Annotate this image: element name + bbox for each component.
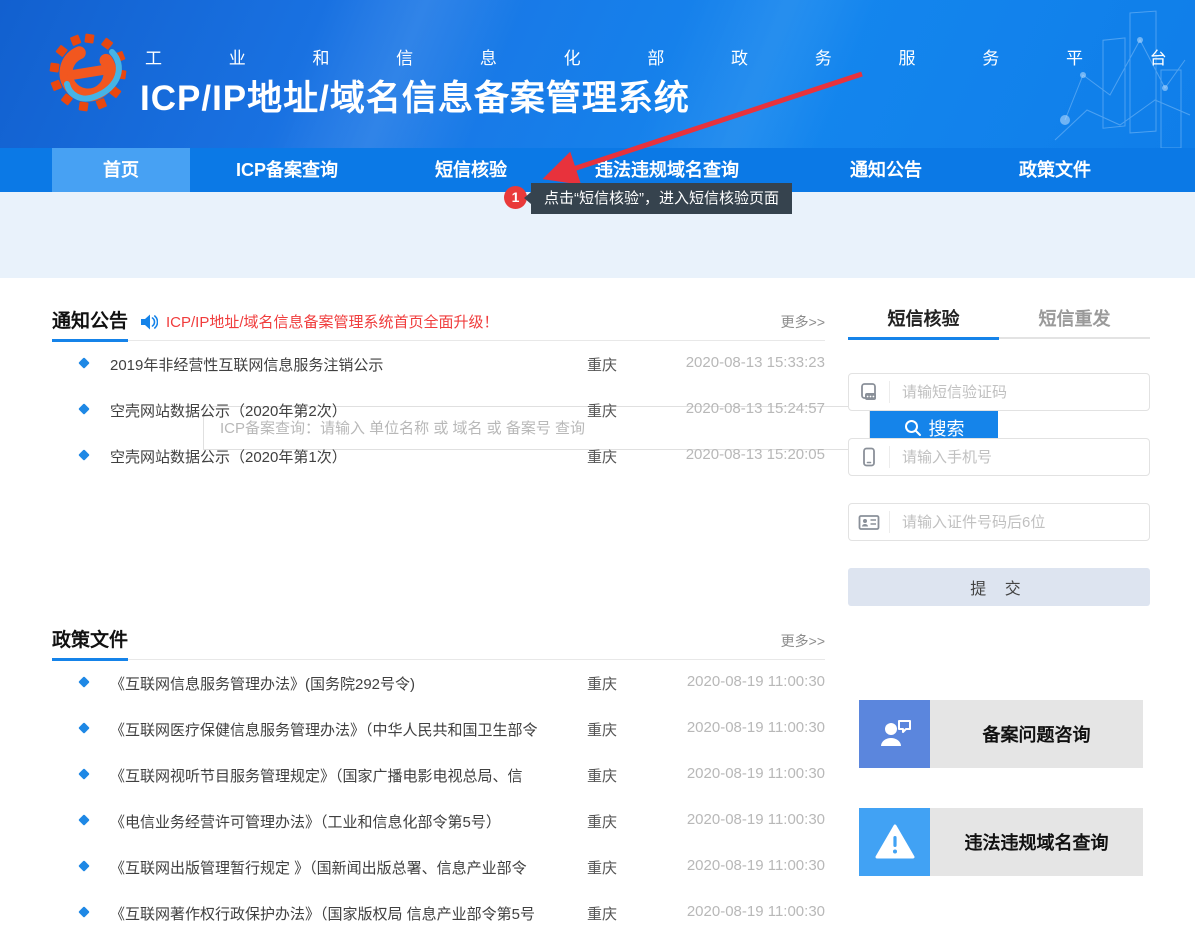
diamond-bullet-icon [78,449,89,460]
policy-date: 2020-08-19 11:00:30 [687,719,825,736]
phone-input[interactable] [890,449,1149,466]
announcement-row: 空壳网站数据公示（2020年第2次） 重庆 2020-08-13 15:24:5… [52,386,825,432]
policies-title: 政策文件 [52,625,128,652]
announcement-region: 重庆 [562,446,642,467]
announcement-row: 2019年非经营性互联网信息服务注销公示 重庆 2020-08-13 15:33… [52,340,825,386]
announcements-title: 通知公告 [52,306,128,333]
diamond-bullet-icon [78,768,89,779]
warning-icon [859,808,930,876]
announcement-date: 2020-08-13 15:24:57 [686,400,825,417]
announcement-link[interactable]: 空壳网站数据公示（2020年第1次） [110,446,347,467]
sms-tabs: 短信核验 短信重发 [848,303,1150,339]
policy-row: 《互联网著作权行政保护办法》（国家版权局 信息产业部令第5号 重庆 2020-0… [52,889,825,934]
tab-sms-resend[interactable]: 短信重发 [999,305,1150,331]
phone-field [848,438,1150,476]
nav-item-home[interactable]: 首页 [52,148,190,192]
policy-region: 重庆 [562,811,642,832]
site-title: ICP/IP地址/域名信息备案管理系统 [140,70,690,121]
diamond-bullet-icon [78,814,89,825]
id-number-input[interactable] [890,514,1149,531]
policy-link[interactable]: 《互联网视听节目服务管理规定》（国家广播电影电视总局、信 [110,765,523,786]
policy-link[interactable]: 《互联网出版管理暂行规定 》（国新闻出版总署、信息产业部令 [110,857,527,878]
announcement-region: 重庆 [562,400,642,421]
id-card-icon [849,511,890,533]
platform-subtitle: 工 业 和 信 息 化 部 政 务 服 务 平 台 [145,44,1195,69]
policy-row: 《互联网出版管理暂行规定 》（国新闻出版总署、信息产业部令 重庆 2020-08… [52,843,825,889]
policy-row: 《互联网视听节目服务管理规定》（国家广播电影电视总局、信 重庆 2020-08-… [52,751,825,797]
policy-region: 重庆 [562,673,642,694]
page: 工 业 和 信 息 化 部 政 务 服 务 平 台 ICP/IP地址/域名信息备… [0,0,1195,934]
sms-code-field [848,373,1150,411]
policies-list: 《互联网信息服务管理办法》(国务院292号令) 重庆 2020-08-19 11… [52,659,825,934]
filing-consult-banner[interactable]: 备案问题咨询 [859,700,1143,768]
diamond-bullet-icon [78,676,89,687]
policy-row: 《互联网信息服务管理办法》(国务院292号令) 重庆 2020-08-19 11… [52,659,825,705]
wireframe-city-decoration [915,0,1195,148]
header-banner: 工 业 和 信 息 化 部 政 务 服 务 平 台 ICP/IP地址/域名信息备… [0,0,1195,148]
tab-sms-verify[interactable]: 短信核验 [848,305,999,331]
announcement-date: 2020-08-13 15:20:05 [686,446,825,463]
nav-item-icp-query[interactable]: ICP备案查询 [200,148,374,192]
illegal-domain-banner[interactable]: 违法违规域名查询 [859,808,1143,876]
policy-date: 2020-08-19 11:00:30 [687,857,825,874]
policy-link[interactable]: 《互联网医疗保健信息服务管理办法》（中华人民共和国卫生部令 [110,719,538,740]
policy-link[interactable]: 《电信业务经营许可管理办法》（工业和信息化部令第5号） [110,811,501,832]
nav-item-sms-verify[interactable]: 短信核验 [396,148,546,192]
tooltip: 点击“短信核验”，进入短信核验页面 [531,183,792,214]
illegal-domain-label: 违法违规域名查询 [930,808,1143,876]
more-link-policies[interactable]: 更多>> [781,631,825,651]
announcement-link[interactable]: 空壳网站数据公示（2020年第2次） [110,400,347,421]
announcement-row: 空壳网站数据公示（2020年第1次） 重庆 2020-08-13 15:20:0… [52,432,825,478]
nav-item-policies[interactable]: 政策文件 [1008,148,1102,192]
announcement-link[interactable]: 2019年非经营性互联网信息服务注销公示 [110,354,383,375]
policy-date: 2020-08-19 11:00:30 [687,903,825,920]
announcement-region: 重庆 [562,354,642,375]
upgrade-headline-text: ICP/IP地址/域名信息备案管理系统首页全面升级！ [166,311,499,332]
phone-icon [849,446,890,468]
diamond-bullet-icon [78,722,89,733]
submit-button[interactable]: 提 交 [848,568,1150,606]
policy-link[interactable]: 《互联网信息服务管理办法》(国务院292号令) [110,673,415,694]
policies-section: 政策文件 更多>> 《互联网信息服务管理办法》(国务院292号令) 重庆 202… [52,622,825,660]
miit-logo-icon [48,32,130,114]
policy-region: 重庆 [562,857,642,878]
policy-region: 重庆 [562,765,642,786]
policies-header: 政策文件 更多>> [52,622,825,660]
policy-link[interactable]: 《互联网著作权行政保护办法》（国家版权局 信息产业部令第5号 [110,903,535,924]
announcements-list: 2019年非经营性互联网信息服务注销公示 重庆 2020-08-13 15:33… [52,340,825,478]
diamond-bullet-icon [78,403,89,414]
policy-row: 《电信业务经营许可管理办法》（工业和信息化部令第5号） 重庆 2020-08-1… [52,797,825,843]
policy-region: 重庆 [562,903,642,924]
diamond-bullet-icon [78,906,89,917]
announcement-date: 2020-08-13 15:33:23 [686,354,825,371]
sms-code-icon [849,381,890,403]
policy-date: 2020-08-19 11:00:30 [687,811,825,828]
policy-row: 《互联网医疗保健信息服务管理办法》（中华人民共和国卫生部令 重庆 2020-08… [52,705,825,751]
announcements-section: 通知公告 ICP/IP地址/域名信息备案管理系统首页全面升级！ 更多>> 201… [52,303,825,341]
policy-date: 2020-08-19 11:00:30 [687,765,825,782]
policy-date: 2020-08-19 11:00:30 [687,673,825,690]
consult-icon [859,700,930,768]
diamond-bullet-icon [78,860,89,871]
diamond-bullet-icon [78,357,89,368]
policy-region: 重庆 [562,719,642,740]
sms-code-input[interactable] [890,384,1149,401]
id-number-field [848,503,1150,541]
upgrade-headline-link[interactable]: ICP/IP地址/域名信息备案管理系统首页全面升级！ [140,311,499,332]
announcements-header: 通知公告 ICP/IP地址/域名信息备案管理系统首页全面升级！ 更多>> [52,303,825,341]
filing-consult-label: 备案问题咨询 [930,700,1143,768]
sms-verify-panel: 短信核验 短信重发 [848,303,1150,934]
speaker-icon [140,314,158,330]
more-link-announcements[interactable]: 更多>> [781,312,825,332]
nav-item-notices[interactable]: 通知公告 [838,148,934,192]
